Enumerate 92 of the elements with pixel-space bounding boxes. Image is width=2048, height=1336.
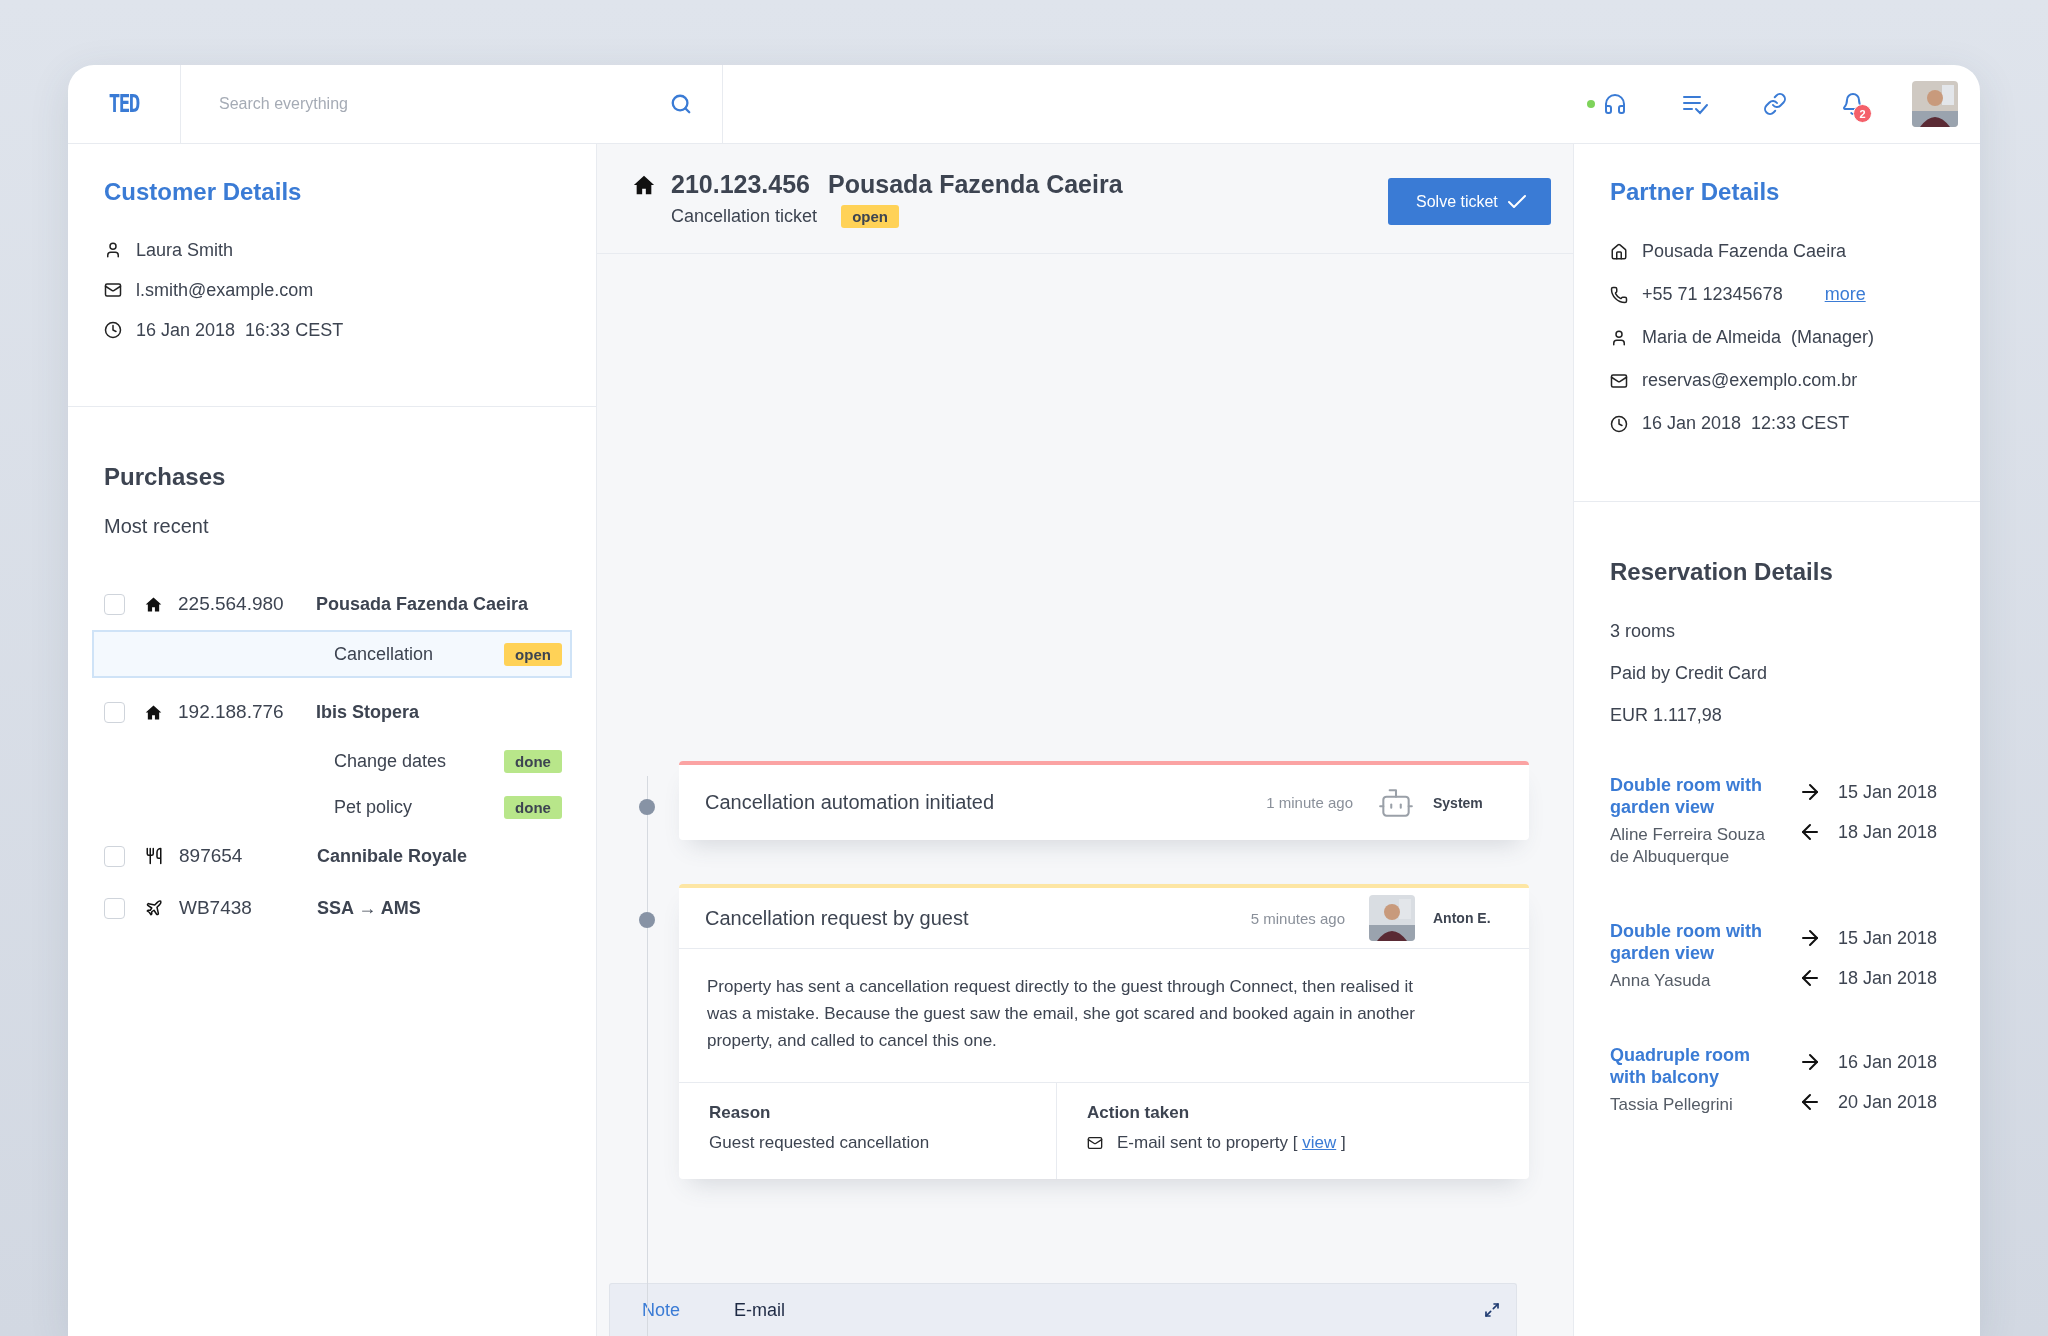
checkbox[interactable]: [104, 897, 125, 919]
composer-tab[interactable]: E-mail: [734, 1299, 826, 1321]
person-icon: [1610, 328, 1628, 347]
purchase-number: 192.188.776: [178, 701, 285, 723]
checkbox[interactable]: [104, 845, 125, 867]
event-author: System: [1433, 794, 1484, 811]
house-icon: [1610, 242, 1628, 261]
task-row[interactable]: Pet policy done: [92, 784, 572, 830]
event-title: Cancellation automation initiated: [705, 791, 996, 814]
mail-icon: [104, 281, 122, 299]
event-description: Property has sent a cancellation request directly to the guest through Connect, then realised it was a mistake. Because the guest saw the email, she got scared and booked again in another property, and called to cancel this one.: [679, 949, 1529, 1083]
event-author: Anton E.: [1433, 910, 1492, 926]
task-row[interactable]: Cancellation open: [92, 630, 572, 678]
notification-count: 2: [1853, 104, 1872, 123]
check-out-date: 18 Jan 2018: [1838, 967, 1938, 989]
purchase-name: Pousada Fazenda Caeira: [316, 593, 529, 615]
action-text: E-mail sent to property [ view ]: [1117, 1133, 1346, 1153]
ticket-number: 210.123.456: [671, 170, 811, 199]
composer-tab[interactable]: Note: [642, 1299, 734, 1321]
check-out-date: 20 Jan 2018: [1838, 1091, 1938, 1113]
field-label: Reason: [709, 1103, 772, 1123]
event-time: 1 minute ago: [1266, 794, 1353, 811]
guest-name: Aline Ferreira Souza de Albuquerque: [1610, 824, 1766, 868]
link-icon: [1763, 92, 1787, 116]
partner-info: Maria de Almeida (Manager): [1642, 327, 1875, 348]
purchase-name: Cannibale Royale: [317, 845, 468, 867]
expand-icon[interactable]: [1484, 1302, 1500, 1318]
section-subtitle: Most recent: [104, 515, 210, 538]
reservation-fact: Paid by Credit Card: [1610, 661, 1769, 685]
clock-icon: [104, 321, 122, 339]
ticket-title: Pousada Fazenda Caeira: [828, 170, 1123, 199]
status-badge: open: [504, 642, 562, 666]
check-in-date: 15 Jan 2018: [1838, 781, 1938, 803]
partner-info: Pousada Fazenda Caeira: [1642, 241, 1847, 262]
task-label: Cancellation: [334, 643, 434, 665]
logo: TED: [109, 90, 139, 118]
utensils-icon: [145, 847, 163, 865]
checkbox[interactable]: [104, 701, 125, 723]
status-badge: open: [841, 205, 900, 228]
view-link[interactable]: view: [1302, 1133, 1337, 1152]
room-name[interactable]: Quadruple room with balcony: [1610, 1044, 1778, 1088]
partner-info: reservas@exemplo.com.br: [1642, 370, 1858, 391]
phone-icon: [1610, 285, 1628, 304]
customer-info: Laura Smith: [136, 239, 234, 261]
mail-icon: [1087, 1135, 1103, 1151]
event-title: Cancellation request by guest: [705, 906, 970, 930]
partner-info: +55 71 12345678: [1642, 284, 1783, 305]
ticket-type: Cancellation ticket: [671, 206, 818, 227]
room-name[interactable]: Double room with garden view: [1610, 774, 1778, 818]
reservation-fact: EUR 1.117,98: [1610, 703, 1723, 727]
house-icon: [633, 174, 655, 196]
reservation-fact: 3 rooms: [1610, 619, 1677, 643]
purchase-number: WB7438: [179, 897, 253, 919]
guest-name: Anna Yasuda: [1610, 970, 1712, 992]
house-icon: [145, 595, 162, 613]
check-in-date: 15 Jan 2018: [1838, 927, 1938, 949]
customer-info: l.smith@example.com: [136, 279, 314, 301]
search-icon: [670, 93, 692, 115]
section-title: Reservation Details: [1610, 558, 1834, 586]
status-badge: done: [504, 795, 562, 819]
task-row[interactable]: Change dates done: [92, 738, 572, 784]
purchase-name: Ibis Stopera: [316, 701, 420, 723]
status-badge: done: [504, 749, 562, 773]
purchase-number: 897654: [179, 845, 244, 867]
task-label: Change dates: [334, 750, 447, 772]
plane-icon: [145, 899, 163, 917]
clock-icon: [1610, 414, 1628, 433]
mail-icon: [1610, 371, 1628, 390]
partner-info: 16 Jan 2018 12:33 CEST: [1642, 413, 1850, 434]
guest-name: Tassia Pellegrini: [1610, 1094, 1734, 1116]
check-out-date: 18 Jan 2018: [1838, 821, 1938, 843]
field-label: Action taken: [1087, 1103, 1191, 1123]
house-icon: [145, 703, 162, 721]
customer-info: 16 Jan 2018 16:33 CEST: [136, 319, 344, 341]
timeline-dot: [639, 912, 655, 928]
section-title: Partner Details: [1610, 178, 1781, 206]
section-title: Customer Details: [104, 178, 303, 206]
field-value: Guest requested cancellation: [709, 1133, 931, 1153]
person-icon: [104, 241, 122, 259]
event-time: 5 minutes ago: [1250, 909, 1345, 927]
task-label: Pet policy: [334, 796, 413, 818]
section-title: Purchases: [104, 463, 227, 491]
purchase-number: 225.564.980: [178, 593, 285, 615]
purchase-name: SSA → AMS: [317, 897, 421, 919]
more-link[interactable]: more: [1824, 284, 1866, 305]
room-name[interactable]: Double room with garden view: [1610, 920, 1778, 964]
checkbox[interactable]: [104, 593, 125, 615]
check-in-date: 16 Jan 2018: [1838, 1051, 1938, 1073]
solve-ticket-button[interactable]: Solve ticket: [1388, 178, 1551, 225]
notifications-button[interactable]: 2: [1834, 85, 1872, 123]
headset-icon: [1603, 92, 1627, 116]
timeline-dot: [639, 799, 655, 815]
